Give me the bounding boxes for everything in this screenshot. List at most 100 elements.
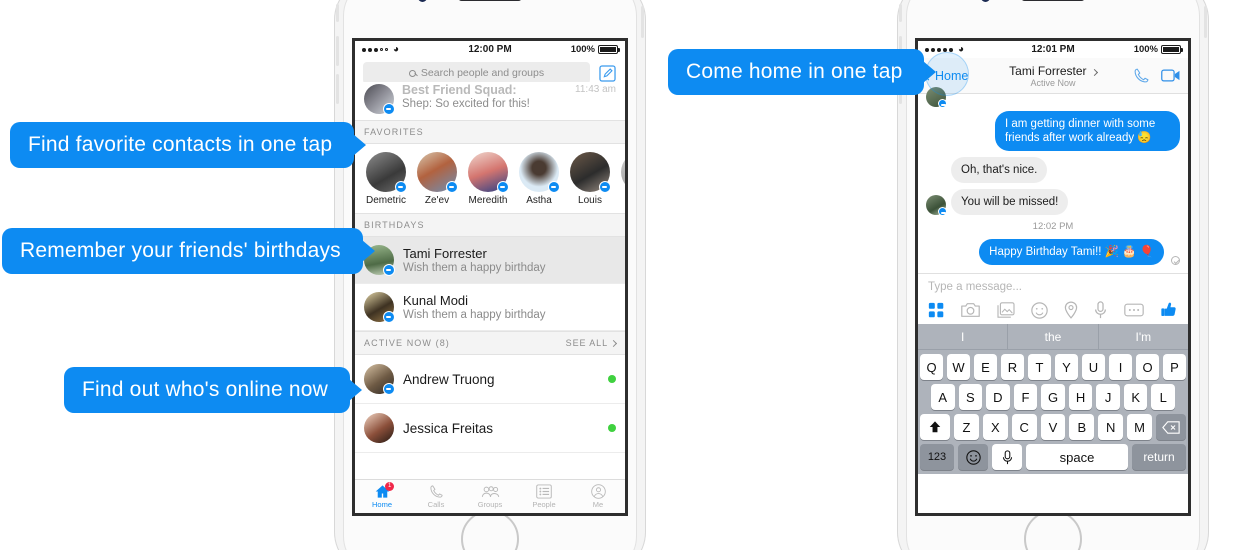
favorite-item[interactable]: Louis bbox=[568, 152, 612, 206]
left-phone-screen: ◕ 12:00 PM 100% Search people and groups bbox=[352, 38, 628, 516]
tab-groups[interactable]: Groups bbox=[463, 480, 517, 513]
search-input[interactable]: Search people and groups bbox=[363, 62, 590, 84]
chat-contact-name-text: Tami Forrester bbox=[1009, 63, 1087, 78]
key-o[interactable]: O bbox=[1136, 354, 1159, 380]
key-k[interactable]: K bbox=[1123, 384, 1148, 410]
favorite-name: Demetric bbox=[365, 195, 406, 206]
birthday-name: Kunal Modi bbox=[403, 292, 469, 308]
search-placeholder: Search people and groups bbox=[420, 67, 545, 79]
favorite-item[interactable]: Meredith bbox=[466, 152, 510, 206]
sticker-smiley-icon[interactable] bbox=[1031, 301, 1048, 319]
tab-home[interactable]: 1 Home bbox=[355, 480, 409, 513]
key-t[interactable]: T bbox=[1028, 354, 1051, 380]
dictation-microphone-icon[interactable] bbox=[992, 444, 1022, 470]
key-p[interactable]: P bbox=[1163, 354, 1186, 380]
backspace-icon[interactable] bbox=[1156, 414, 1187, 440]
thumbs-up-icon[interactable] bbox=[1160, 301, 1178, 319]
favorite-name: Louis bbox=[578, 195, 602, 206]
prediction-1[interactable]: I bbox=[918, 324, 1007, 349]
messenger-badge bbox=[938, 207, 947, 216]
key-d[interactable]: D bbox=[986, 384, 1010, 410]
apps-icon[interactable] bbox=[928, 302, 945, 319]
shift-icon[interactable] bbox=[920, 414, 950, 440]
key-x[interactable]: X bbox=[982, 414, 1008, 440]
emoji-icon[interactable] bbox=[958, 444, 988, 470]
key-e[interactable]: E bbox=[974, 354, 997, 380]
chevron-right-icon bbox=[1090, 68, 1098, 76]
message-timestamp: 12:02 PM bbox=[1032, 221, 1074, 232]
prediction-2[interactable]: the bbox=[1007, 324, 1097, 349]
tab-people[interactable]: People bbox=[517, 480, 571, 513]
favorite-item[interactable]: Demetric bbox=[364, 152, 408, 206]
avatar bbox=[366, 152, 407, 193]
prediction-3[interactable]: I'm bbox=[1097, 324, 1188, 349]
avatar bbox=[570, 152, 611, 193]
birthday-row-tami[interactable]: Tami Forrester Wish them a happy birthda… bbox=[355, 237, 625, 284]
callout-tail bbox=[361, 240, 375, 262]
callout-tail bbox=[353, 134, 367, 156]
favorite-name: Ze'ev bbox=[424, 195, 450, 206]
key-q[interactable]: Q bbox=[920, 354, 943, 380]
seen-receipt-icon bbox=[1171, 256, 1180, 265]
message-input[interactable]: Type a message... bbox=[928, 281, 1178, 293]
key-w[interactable]: W bbox=[947, 354, 970, 380]
message-bubble-incoming[interactable]: You will be missed! bbox=[951, 189, 1069, 215]
location-pin-icon[interactable] bbox=[1064, 301, 1078, 319]
messenger-badge bbox=[599, 181, 611, 193]
message-bubble-outgoing[interactable]: Happy Birthday Tami!! 🎉 🎂 🎈 bbox=[979, 239, 1164, 265]
key-j[interactable]: J bbox=[1096, 384, 1120, 410]
favorite-name: Meredith bbox=[468, 195, 508, 206]
video-call-icon[interactable] bbox=[1161, 68, 1181, 83]
key-m[interactable]: M bbox=[1127, 414, 1153, 440]
conversation-row[interactable]: Best Friend Squad: 11:43 am Shep: So exc… bbox=[355, 82, 625, 120]
key-g[interactable]: G bbox=[1041, 384, 1065, 410]
key-l[interactable]: L bbox=[1151, 384, 1176, 410]
key-r[interactable]: R bbox=[1001, 354, 1024, 380]
key-y[interactable]: Y bbox=[1055, 354, 1078, 380]
message-input-placeholder: Type a message... bbox=[928, 281, 1022, 293]
favorites-list[interactable]: Demetric Ze'ev Meredith Astha Louis bbox=[355, 144, 625, 213]
battery-icon bbox=[1161, 45, 1183, 54]
active-row-andrew[interactable]: Andrew Truong bbox=[355, 355, 625, 404]
favorite-item-partial[interactable] bbox=[619, 152, 625, 206]
photos-icon[interactable] bbox=[997, 302, 1015, 318]
key-v[interactable]: V bbox=[1040, 414, 1066, 440]
phone-call-icon[interactable] bbox=[1133, 67, 1150, 84]
key-i[interactable]: I bbox=[1109, 354, 1132, 380]
key-n[interactable]: N bbox=[1098, 414, 1124, 440]
active-row-jessica[interactable]: Jessica Freitas bbox=[355, 404, 625, 453]
online-indicator bbox=[608, 375, 616, 383]
see-all-button[interactable]: SEE ALL bbox=[566, 338, 618, 348]
avatar bbox=[468, 152, 509, 193]
messenger-badge bbox=[383, 383, 395, 395]
key-u[interactable]: U bbox=[1082, 354, 1105, 380]
avatar bbox=[364, 413, 394, 443]
compose-icon[interactable] bbox=[598, 64, 617, 83]
space-key[interactable]: space bbox=[1026, 444, 1128, 470]
key-b[interactable]: B bbox=[1069, 414, 1095, 440]
camera-icon[interactable] bbox=[961, 302, 981, 318]
message-thread[interactable]: I am getting dinner with some friends af… bbox=[918, 87, 1188, 273]
tab-calls[interactable]: Calls bbox=[409, 480, 463, 513]
microphone-icon[interactable] bbox=[1094, 301, 1107, 319]
callout-favorites: Find favorite contacts in one tap bbox=[10, 122, 367, 168]
messenger-badge bbox=[383, 264, 395, 276]
key-f[interactable]: F bbox=[1013, 384, 1038, 410]
key-c[interactable]: C bbox=[1011, 414, 1037, 440]
favorite-item[interactable]: Astha bbox=[517, 152, 561, 206]
numbers-key[interactable]: 123 bbox=[920, 444, 954, 470]
prediction-bar: I the I'm bbox=[918, 324, 1188, 350]
key-s[interactable]: S bbox=[958, 384, 983, 410]
birthdays-label: BIRTHDAYS bbox=[364, 220, 425, 230]
message-bubble-incoming[interactable]: Oh, that's nice. bbox=[951, 157, 1048, 183]
message-bubble-outgoing[interactable]: I am getting dinner with some friends af… bbox=[995, 111, 1180, 151]
key-h[interactable]: H bbox=[1068, 384, 1093, 410]
tab-me[interactable]: Me bbox=[571, 480, 625, 513]
favorite-item[interactable]: Ze'ev bbox=[415, 152, 459, 206]
more-dots-icon[interactable] bbox=[1123, 303, 1144, 317]
conversation-preview: Shep: So excited for this! bbox=[402, 98, 530, 110]
key-z[interactable]: Z bbox=[954, 414, 979, 440]
birthday-row-kunal[interactable]: Kunal Modi Wish them a happy birthday bbox=[355, 284, 625, 331]
key-a[interactable]: A bbox=[930, 384, 955, 410]
return-key[interactable]: return bbox=[1132, 444, 1186, 470]
